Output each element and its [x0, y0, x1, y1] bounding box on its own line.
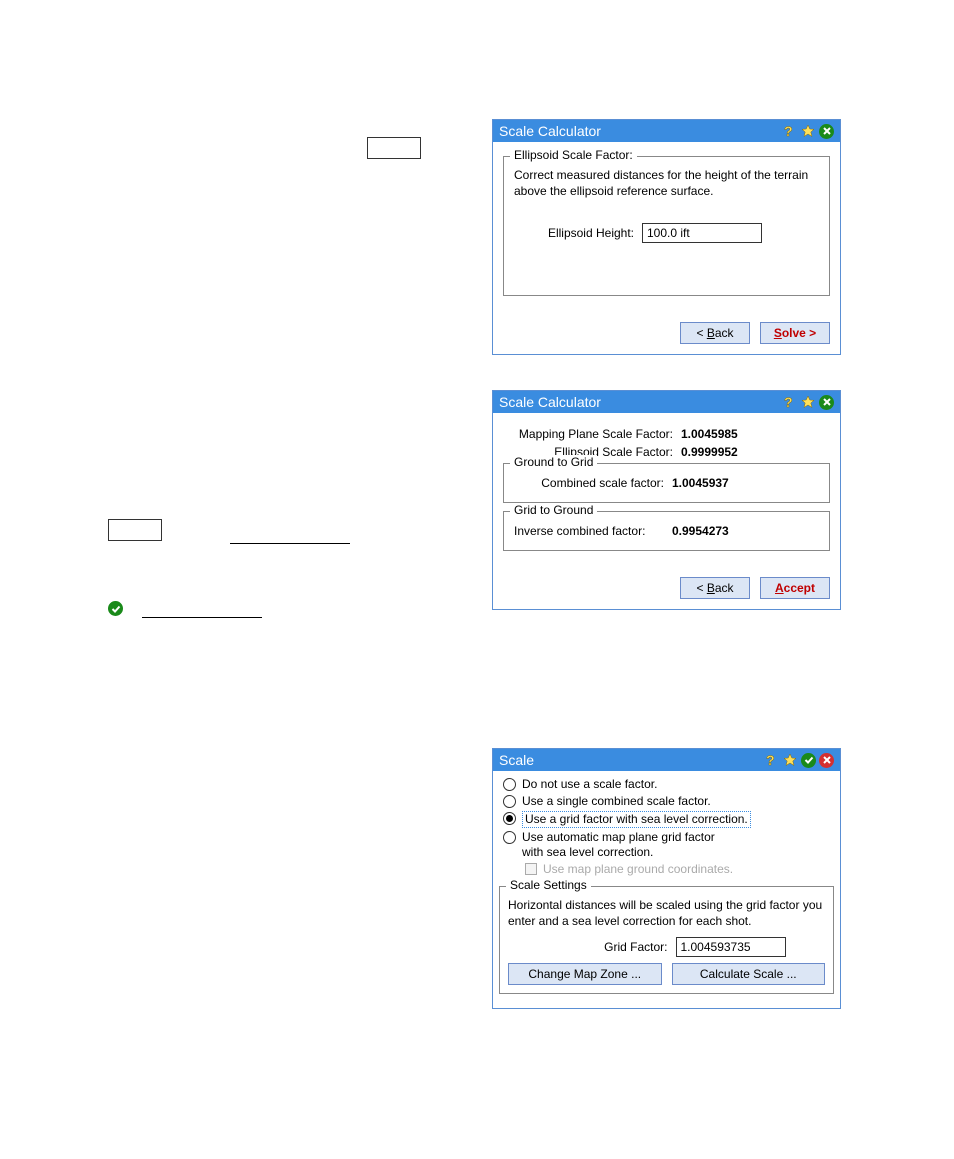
settings-description: Horizontal distances will be scaled usin… [508, 897, 825, 929]
grid-to-ground-group: Grid to Ground Inverse combined factor: … [503, 511, 830, 551]
close-icon[interactable] [819, 395, 834, 410]
radio-label: Use a grid factor with sea level correct… [522, 811, 751, 828]
float-underline-1 [230, 543, 350, 544]
radio-label: Use automatic map plane grid factor with… [522, 830, 715, 860]
grid-factor-input[interactable] [676, 937, 786, 957]
close-icon[interactable] [819, 753, 834, 768]
mapping-plane-value: 1.0045985 [681, 427, 738, 441]
checkbox-icon [525, 863, 537, 875]
checkbox-label: Use map plane ground coordinates. [543, 862, 733, 876]
back-button[interactable]: < Back [680, 322, 750, 344]
group-legend: Grid to Ground [510, 503, 597, 517]
radio-single-combined[interactable]: Use a single combined scale factor. [495, 794, 838, 809]
group-legend: Scale Settings [506, 878, 591, 892]
radio-label: Do not use a scale factor. [522, 777, 657, 792]
inverse-factor-value: 0.9954273 [672, 524, 729, 538]
radio-label: Use a single combined scale factor. [522, 794, 711, 809]
radio-icon [503, 778, 516, 791]
star-icon[interactable] [800, 123, 816, 139]
svg-text:?: ? [784, 395, 793, 409]
star-icon[interactable] [782, 752, 798, 768]
combined-factor-value: 1.0045937 [672, 476, 729, 490]
float-box-1 [367, 137, 421, 159]
float-check-icon [108, 601, 123, 617]
titlebar-text: Scale Calculator [499, 123, 781, 139]
float-underline-2 [142, 617, 262, 618]
radio-icon [503, 831, 516, 844]
description-text: Correct measured distances for the heigh… [514, 167, 819, 199]
svg-text:?: ? [766, 753, 775, 767]
titlebar: Scale ? [493, 749, 840, 771]
accept-icon[interactable] [801, 753, 816, 768]
radio-icon [503, 795, 516, 808]
ellipsoid-factor-value: 0.9999952 [681, 445, 738, 459]
titlebar: Scale Calculator ? [493, 391, 840, 413]
star-icon[interactable] [800, 394, 816, 410]
accept-button[interactable]: Accept [760, 577, 830, 599]
grid-factor-label: Grid Factor: [548, 940, 668, 954]
radio-label-line2: with sea level correction. [522, 845, 653, 859]
help-icon[interactable]: ? [781, 123, 797, 139]
help-icon[interactable]: ? [781, 394, 797, 410]
titlebar-text: Scale Calculator [499, 394, 781, 410]
scale-settings-group: Scale Settings Horizontal distances will… [499, 886, 834, 994]
close-icon[interactable] [819, 124, 834, 139]
radio-no-scale[interactable]: Do not use a scale factor. [495, 777, 838, 792]
change-map-zone-button[interactable]: Change Map Zone ... [508, 963, 662, 985]
radio-auto-map-plane[interactable]: Use automatic map plane grid factor with… [495, 830, 838, 860]
ellipsoid-height-input[interactable] [642, 223, 762, 243]
calculate-scale-button[interactable]: Calculate Scale ... [672, 963, 826, 985]
solve-button[interactable]: Solve > [760, 322, 830, 344]
scale-calculator-dialog-1: Scale Calculator ? Ellipsoid Scale Facto… [492, 119, 841, 355]
svg-text:?: ? [784, 124, 793, 138]
checkbox-ground-coords: Use map plane ground coordinates. [525, 862, 838, 876]
titlebar: Scale Calculator ? [493, 120, 840, 142]
help-icon[interactable]: ? [763, 752, 779, 768]
radio-label-line1: Use automatic map plane grid factor [522, 830, 715, 844]
combined-factor-label: Combined scale factor: [514, 476, 664, 490]
ellipsoid-scale-factor-group: Ellipsoid Scale Factor: Correct measured… [503, 156, 830, 296]
ellipsoid-height-label: Ellipsoid Height: [534, 226, 634, 240]
mapping-plane-label: Mapping Plane Scale Factor: [503, 427, 673, 441]
radio-icon [503, 812, 516, 825]
check-icon [108, 601, 123, 616]
group-legend: Ellipsoid Scale Factor: [510, 148, 637, 162]
radio-grid-factor-sealevel[interactable]: Use a grid factor with sea level correct… [495, 811, 838, 828]
back-button[interactable]: < Back [680, 577, 750, 599]
scale-dialog: Scale ? Do not use a scale factor. Use a… [492, 748, 841, 1009]
group-legend: Ground to Grid [510, 455, 597, 469]
float-box-2 [108, 519, 162, 541]
scale-calculator-dialog-2: Scale Calculator ? Mapping Plane Scale F… [492, 390, 841, 610]
titlebar-text: Scale [499, 752, 763, 768]
ground-to-grid-group: Ground to Grid Combined scale factor: 1.… [503, 463, 830, 503]
inverse-factor-label: Inverse combined factor: [514, 524, 664, 538]
